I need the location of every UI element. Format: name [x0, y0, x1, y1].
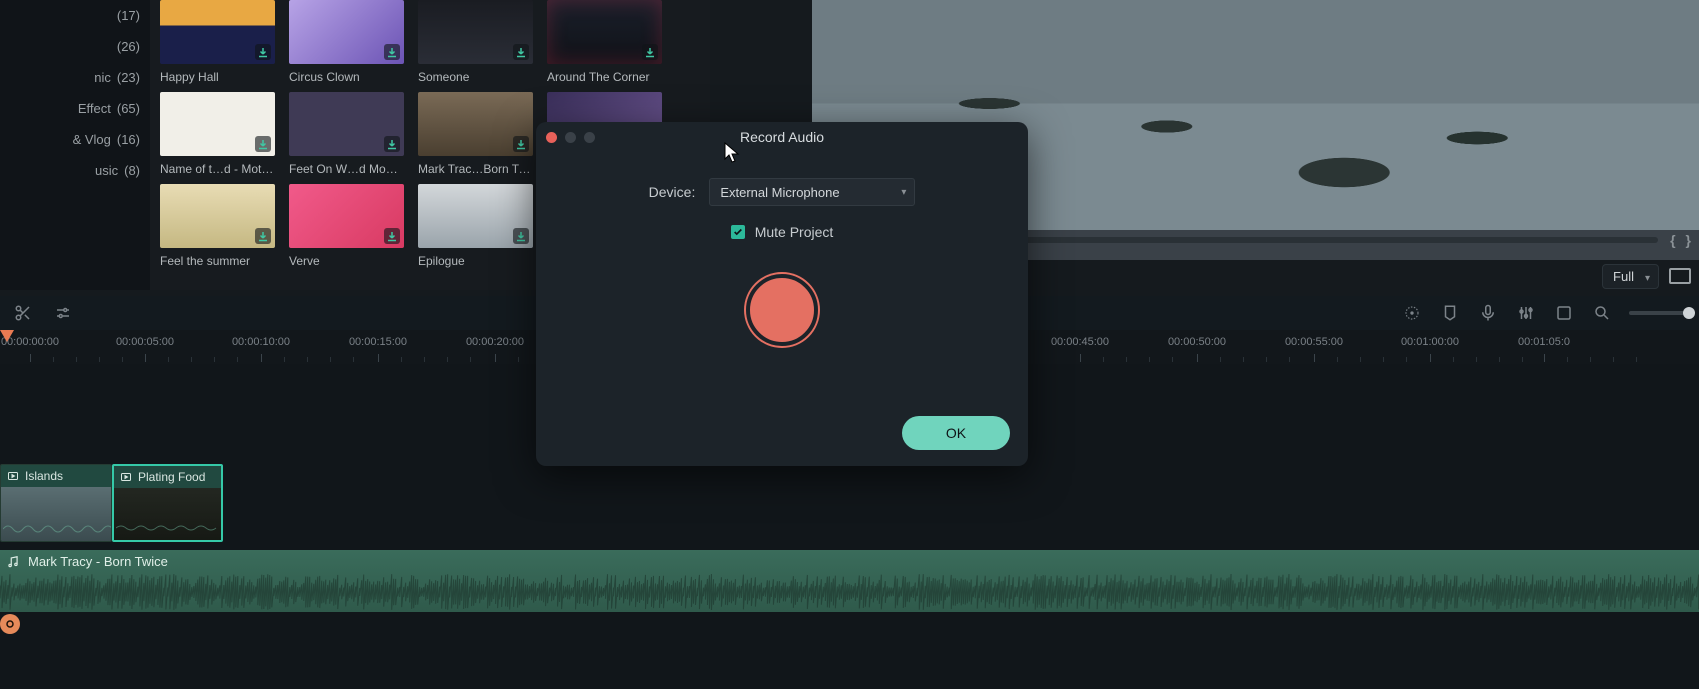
zoom-icon[interactable] — [1591, 302, 1613, 324]
download-icon[interactable] — [255, 136, 271, 152]
ok-button[interactable]: OK — [902, 416, 1010, 450]
quality-value: Full — [1613, 269, 1634, 284]
chevron-down-icon: ▾ — [1645, 273, 1650, 284]
download-icon[interactable] — [642, 44, 658, 60]
media-thumbnail[interactable] — [418, 0, 533, 64]
audio-clip-label: Mark Tracy - Born Twice — [28, 554, 168, 569]
mute-project-label: Mute Project — [755, 224, 834, 240]
download-icon[interactable] — [513, 136, 529, 152]
clip-label: Plating Food — [138, 470, 205, 484]
media-item[interactable]: Verve — [289, 184, 404, 270]
quality-select[interactable]: Full ▾ — [1602, 264, 1659, 289]
marker-icon[interactable] — [1439, 302, 1461, 324]
ruler-tick: 00:00:50:00 — [1168, 336, 1226, 348]
media-thumbnail[interactable] — [418, 92, 533, 156]
dialog-titlebar[interactable]: Record Audio — [536, 122, 1028, 152]
media-thumbnail[interactable] — [289, 92, 404, 156]
media-thumbnail[interactable] — [547, 0, 662, 64]
crop-icon[interactable] — [1553, 302, 1575, 324]
mixer-icon[interactable] — [1515, 302, 1537, 324]
category-sidebar: (17) (26) nic(23) Effect(65) & Vlog(16) … — [0, 0, 150, 290]
media-label: Verve — [289, 254, 404, 270]
media-thumbnail[interactable] — [160, 92, 275, 156]
device-value: External Microphone — [720, 185, 839, 200]
record-audio-dialog: Record Audio Device: External Microphone… — [536, 122, 1028, 466]
download-icon[interactable] — [513, 44, 529, 60]
ruler-tick: 00:00:05:00 — [116, 336, 174, 348]
media-item[interactable]: Name of t…d - Motions — [160, 92, 275, 178]
ruler-tick: 00:00:55:00 — [1285, 336, 1343, 348]
video-clip[interactable]: Plating Food — [112, 464, 223, 542]
effect-track[interactable] — [0, 612, 1699, 638]
media-thumbnail[interactable] — [289, 184, 404, 248]
media-item[interactable]: Around The Corner — [547, 0, 662, 86]
category-row[interactable]: (26) — [0, 31, 150, 62]
media-item[interactable]: Feel the summer — [160, 184, 275, 270]
download-icon[interactable] — [384, 136, 400, 152]
audio-waveform — [0, 572, 1699, 612]
ruler-tick: 00:00:00:00 — [1, 336, 59, 348]
download-icon[interactable] — [513, 228, 529, 244]
media-thumbnail[interactable] — [160, 184, 275, 248]
dialog-title: Record Audio — [536, 129, 1028, 145]
device-label: Device: — [649, 184, 696, 200]
media-item[interactable]: Happy Hall — [160, 0, 275, 86]
media-item[interactable]: Someone — [418, 0, 533, 86]
download-icon[interactable] — [255, 228, 271, 244]
prev-keyframe-icon[interactable]: { — [1670, 232, 1675, 248]
media-item[interactable]: Circus Clown — [289, 0, 404, 86]
device-select[interactable]: External Microphone ▾ — [709, 178, 915, 206]
category-row[interactable]: usic(8) — [0, 155, 150, 186]
zoom-slider[interactable] — [1629, 311, 1689, 315]
fullscreen-monitor-icon[interactable] — [1669, 268, 1691, 284]
media-label: Circus Clown — [289, 70, 404, 86]
next-keyframe-icon[interactable]: } — [1686, 232, 1691, 248]
media-label: Happy Hall — [160, 70, 275, 86]
video-track[interactable]: Islands Plating Food — [0, 464, 1699, 546]
media-item[interactable]: Mark Trac…Born Twic — [418, 92, 533, 178]
media-label: Mark Trac…Born Twic — [418, 162, 533, 178]
ruler-tick: 00:00:45:00 — [1051, 336, 1109, 348]
media-thumbnail[interactable] — [160, 0, 275, 64]
download-icon[interactable] — [384, 44, 400, 60]
clip-label: Islands — [25, 469, 63, 483]
ruler-tick: 00:00:20:00 — [466, 336, 524, 348]
media-label: Feel the summer — [160, 254, 275, 270]
media-label: Around The Corner — [547, 70, 662, 86]
category-row[interactable]: Effect(65) — [0, 93, 150, 124]
scissors-icon[interactable] — [12, 302, 34, 324]
sliders-icon[interactable] — [52, 302, 74, 324]
ruler-tick: 00:00:15:00 — [349, 336, 407, 348]
media-thumbnail[interactable] — [418, 184, 533, 248]
media-label: Name of t…d - Motions — [160, 162, 275, 178]
media-label: Epilogue — [418, 254, 533, 270]
download-icon[interactable] — [384, 228, 400, 244]
media-label: Someone — [418, 70, 533, 86]
media-label: Feet On W…d Moment — [289, 162, 404, 178]
audio-track[interactable]: Mark Tracy - Born Twice — [0, 550, 1699, 612]
chevron-down-icon: ▾ — [901, 187, 906, 198]
media-thumbnail[interactable] — [289, 0, 404, 64]
zoom-knob[interactable] — [1683, 307, 1695, 319]
ruler-tick: 00:01:00:00 — [1401, 336, 1459, 348]
media-item[interactable]: Feet On W…d Moment — [289, 92, 404, 178]
media-row: Happy Hall Circus Clown Someone Around T… — [160, 0, 700, 86]
category-row[interactable]: nic(23) — [0, 62, 150, 93]
preview-quality-row: Full ▾ — [1602, 262, 1699, 290]
effect-marker-icon[interactable] — [0, 614, 20, 634]
music-note-icon — [6, 555, 20, 569]
mute-project-checkbox[interactable] — [731, 225, 745, 239]
ruler-tick: 00:00:10:00 — [232, 336, 290, 348]
target-icon[interactable] — [1401, 302, 1423, 324]
media-item[interactable]: Epilogue — [418, 184, 533, 270]
category-row[interactable]: & Vlog(16) — [0, 124, 150, 155]
video-clip[interactable]: Islands — [0, 464, 112, 542]
microphone-icon[interactable] — [1477, 302, 1499, 324]
ruler-tick: 00:01:05:0 — [1518, 336, 1570, 348]
category-row[interactable]: (17) — [0, 0, 150, 31]
record-button[interactable] — [746, 274, 818, 346]
download-icon[interactable] — [255, 44, 271, 60]
